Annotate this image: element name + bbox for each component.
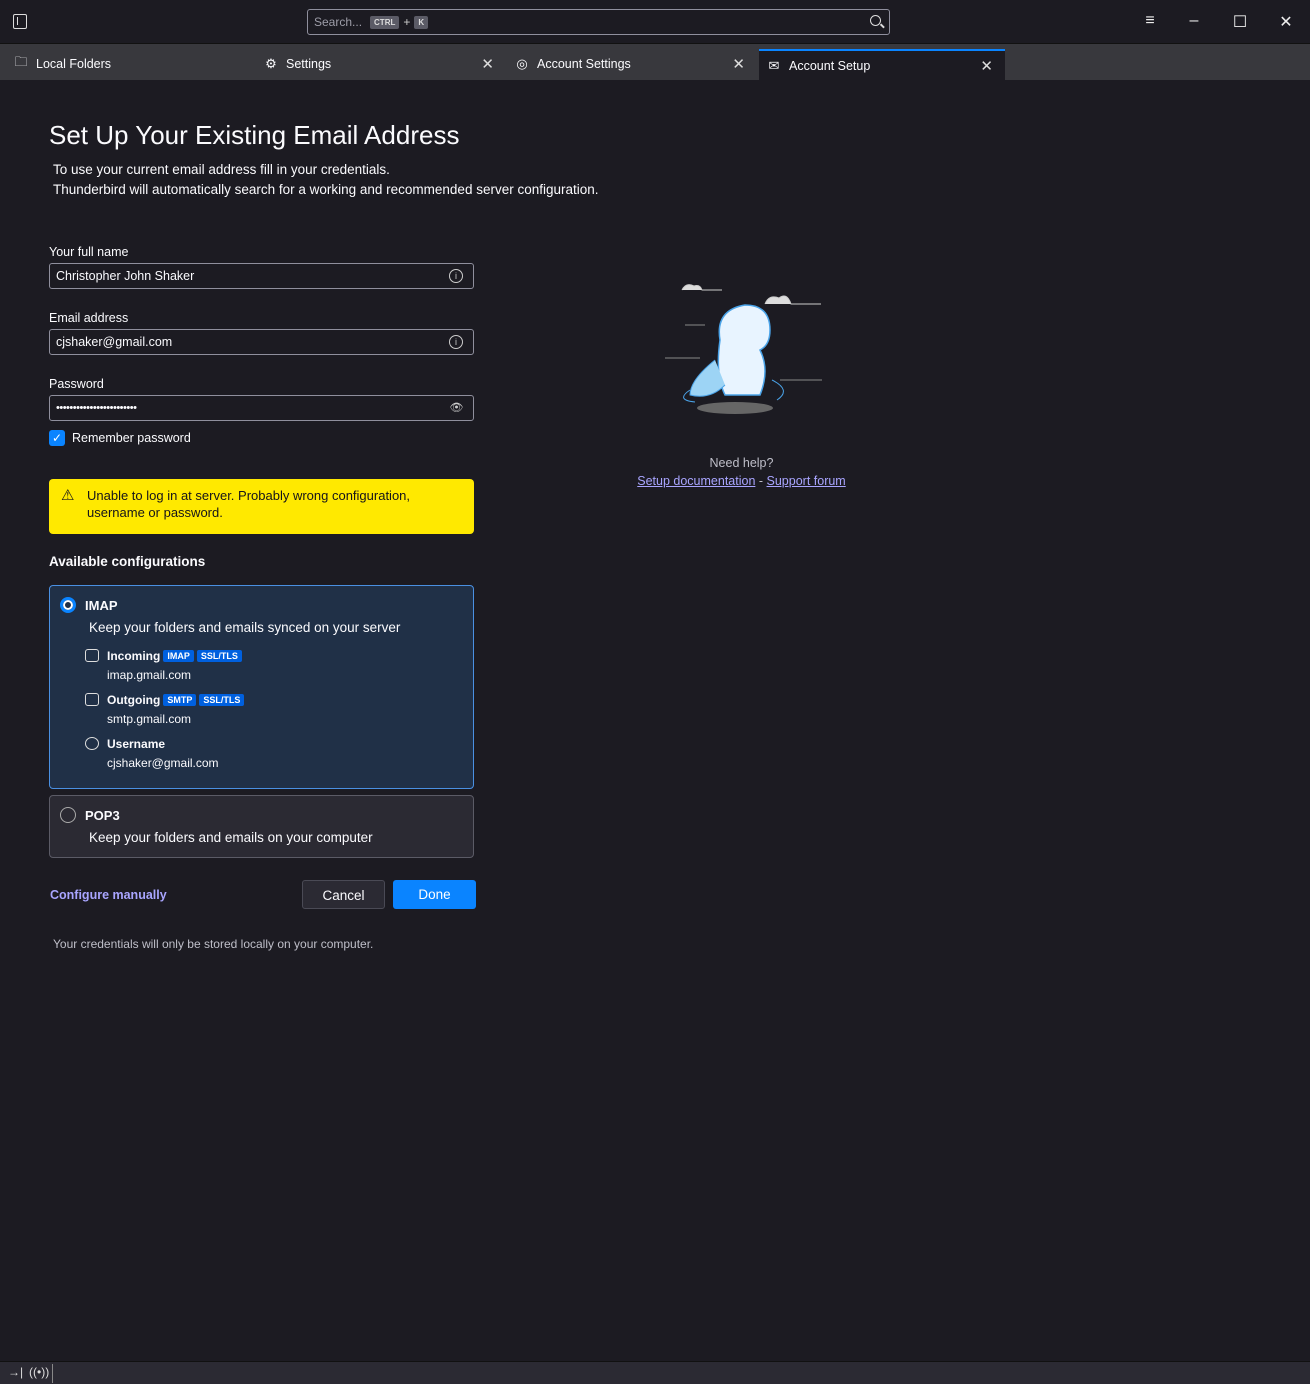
show-password-icon[interactable]: 👁 bbox=[450, 401, 464, 414]
full-name-label: Your full name bbox=[49, 245, 129, 259]
tab-account-setup[interactable]: ✉ Account Setup ✕ bbox=[759, 49, 1005, 80]
protocol-badge: SMTP bbox=[163, 694, 197, 706]
remember-password-checkbox[interactable]: ✓ bbox=[49, 430, 65, 446]
mail-icon: ✉ bbox=[768, 57, 780, 73]
search-placeholder: Search... bbox=[314, 15, 363, 29]
status-divider bbox=[52, 1364, 53, 1383]
close-tab-icon[interactable]: ✕ bbox=[732, 55, 745, 73]
intro-text: To use your current email address fill i… bbox=[53, 160, 599, 200]
full-name-value: Christopher John Shaker bbox=[56, 269, 195, 283]
pop3-config-option[interactable]: POP3 Keep your folders and emails on you… bbox=[49, 795, 474, 858]
security-badge: SSL/TLS bbox=[196, 650, 242, 662]
incoming-label: Incoming bbox=[107, 649, 161, 663]
outgoing-host: smtp.gmail.com bbox=[107, 712, 192, 726]
email-field[interactable]: cjshaker@gmail.com i bbox=[49, 329, 474, 355]
username-value: cjshaker@gmail.com bbox=[107, 756, 219, 770]
title-bar: Search... CTRL + K ≡ – ☐ ✕ bbox=[0, 0, 1310, 44]
pop3-radio[interactable] bbox=[60, 807, 76, 823]
pop3-desc: Keep your folders and emails on your com… bbox=[89, 830, 373, 845]
pop3-name: POP3 bbox=[85, 808, 120, 823]
info-icon[interactable]: i bbox=[449, 269, 463, 283]
outbox-icon bbox=[85, 693, 99, 706]
folder-icon: 🗀 bbox=[14, 54, 28, 69]
user-icon bbox=[85, 737, 99, 750]
tab-settings[interactable]: ⚙ Settings ✕ bbox=[255, 48, 506, 80]
tab-label: Account Setup bbox=[789, 58, 871, 73]
info-icon[interactable]: i bbox=[449, 335, 463, 349]
incoming-host: imap.gmail.com bbox=[107, 668, 192, 682]
sidebar-toggle-icon[interactable] bbox=[13, 14, 27, 29]
setup-documentation-link[interactable]: Setup documentation bbox=[637, 474, 755, 488]
search-icon[interactable] bbox=[870, 15, 881, 26]
configure-manually-link[interactable]: Configure manually bbox=[50, 888, 167, 902]
tab-label: Settings bbox=[286, 57, 332, 71]
email-value: cjshaker@gmail.com bbox=[56, 335, 173, 349]
username-label: Username bbox=[107, 737, 166, 751]
intro-line-2: Thunderbird will automatically search fo… bbox=[53, 182, 599, 197]
maximize-button[interactable]: ☐ bbox=[1230, 12, 1250, 32]
protocol-badge: IMAP bbox=[163, 650, 194, 662]
credentials-note: Your credentials will only be stored loc… bbox=[53, 937, 374, 951]
tab-label: Local Folders bbox=[36, 57, 112, 71]
imap-config-option[interactable]: IMAP Keep your folders and emails synced… bbox=[49, 585, 474, 789]
shortcut-plus: + bbox=[403, 15, 411, 29]
online-status-icon[interactable]: ((•)) bbox=[29, 1365, 49, 1379]
done-button[interactable]: Done bbox=[393, 880, 476, 909]
warning-message: ⚠ Unable to log in at server. Probably w… bbox=[49, 479, 474, 534]
remember-password-label: Remember password bbox=[72, 431, 191, 445]
cancel-button[interactable]: Cancel bbox=[302, 880, 385, 909]
tab-local-folders[interactable]: 🗀 Local Folders bbox=[0, 48, 255, 80]
shortcut-k: K bbox=[414, 15, 429, 29]
gear-icon: ⚙ bbox=[265, 56, 277, 71]
email-label: Email address bbox=[49, 311, 129, 325]
available-configurations-heading: Available configurations bbox=[49, 554, 206, 569]
shortcut-ctrl: CTRL bbox=[370, 15, 400, 29]
minimize-button[interactable]: – bbox=[1184, 12, 1204, 30]
full-name-field[interactable]: Christopher John Shaker i bbox=[49, 263, 474, 289]
imap-desc: Keep your folders and emails synced on y… bbox=[89, 620, 401, 635]
separator: - bbox=[755, 474, 767, 488]
password-field[interactable]: •••••••••••••••••••••••• 👁 bbox=[49, 395, 474, 421]
close-tab-icon[interactable]: ✕ bbox=[980, 57, 993, 75]
tab-account-settings[interactable]: ◎ Account Settings ✕ bbox=[506, 48, 757, 80]
support-forum-link[interactable]: Support forum bbox=[767, 474, 846, 488]
collapse-pane-icon[interactable]: →| bbox=[8, 1365, 23, 1379]
need-help-text: Need help? bbox=[709, 456, 774, 470]
close-window-button[interactable]: ✕ bbox=[1276, 12, 1296, 32]
inbox-icon bbox=[85, 649, 99, 662]
tab-label: Account Settings bbox=[537, 57, 631, 71]
warning-icon: ⚠ bbox=[61, 487, 75, 504]
app-menu-button[interactable]: ≡ bbox=[1140, 12, 1160, 30]
imap-name: IMAP bbox=[85, 598, 118, 613]
password-label: Password bbox=[49, 377, 104, 391]
page-title: Set Up Your Existing Email Address bbox=[49, 120, 460, 150]
account-setup-page: Set Up Your Existing Email Address To us… bbox=[0, 80, 1310, 1361]
intro-line-1: To use your current email address fill i… bbox=[53, 162, 390, 177]
imap-radio[interactable] bbox=[60, 597, 76, 613]
tab-bar: 🗀 Local Folders ⚙ Settings ✕ ◎ Account S… bbox=[0, 44, 1310, 80]
password-value: •••••••••••••••••••••••• bbox=[56, 402, 137, 414]
security-badge: SSL/TLS bbox=[199, 694, 245, 706]
outgoing-label: Outgoing bbox=[107, 693, 161, 707]
search-input[interactable]: Search... CTRL + K bbox=[307, 9, 890, 35]
warning-text: Unable to log in at server. Probably wro… bbox=[87, 488, 411, 520]
help-section: Need help? Setup documentation - Support… bbox=[600, 454, 883, 490]
close-tab-icon[interactable]: ✕ bbox=[481, 55, 494, 73]
status-bar: →| ((•)) bbox=[0, 1361, 1310, 1384]
dinosaur-illustration bbox=[665, 284, 822, 414]
account-icon: ◎ bbox=[516, 56, 528, 71]
